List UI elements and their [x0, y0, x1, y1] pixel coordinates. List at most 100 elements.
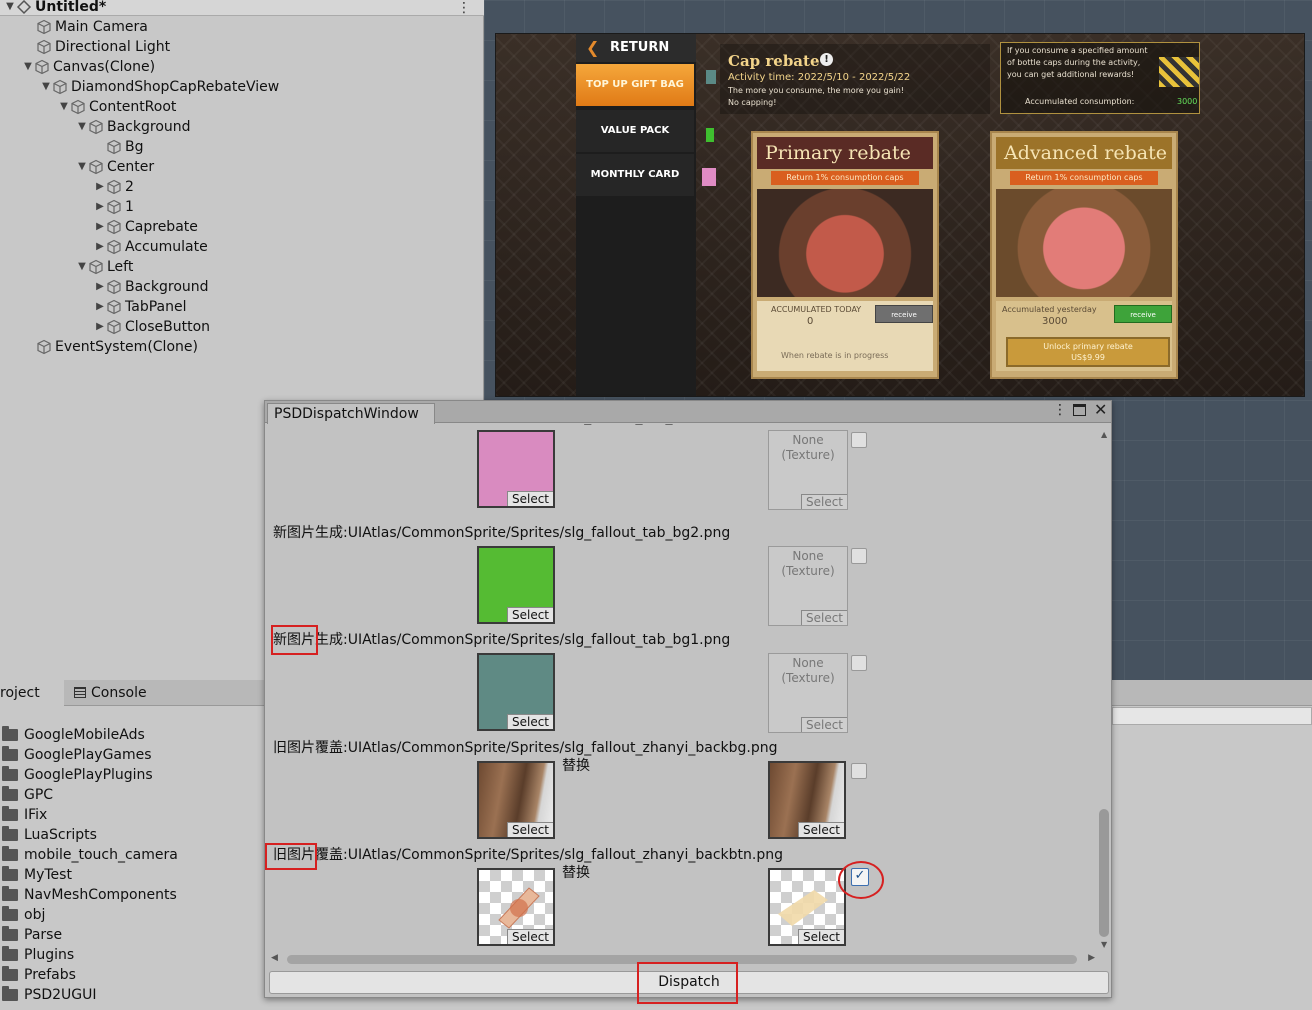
tab-top-up-gift-bag[interactable]: TOP UP GIFT BAG — [576, 64, 694, 106]
hierarchy-item[interactable]: ▶ Caprebate — [94, 217, 198, 237]
target-texture-field[interactable]: None (Texture) Select — [768, 653, 848, 733]
scroll-up-icon[interactable]: ▲ — [1101, 430, 1107, 439]
scroll-left-icon[interactable]: ◀ — [271, 953, 278, 963]
select-button[interactable]: Select — [798, 822, 844, 837]
overwrite-checkbox[interactable] — [851, 763, 867, 779]
project-folder[interactable]: Prefabs — [0, 965, 76, 985]
project-search-field[interactable] — [1112, 707, 1312, 725]
hierarchy-menu-icon[interactable]: ⋮ — [457, 0, 471, 16]
hierarchy-item[interactable]: ▼ Center — [76, 157, 154, 177]
select-button[interactable]: Select — [801, 717, 847, 732]
target-texture-field[interactable]: Select — [768, 868, 846, 946]
hierarchy-item[interactable]: Bg — [94, 137, 144, 157]
select-button[interactable]: Select — [798, 929, 844, 944]
target-texture-field[interactable]: None (Texture) Select — [768, 430, 848, 510]
gameobject-cube-icon — [106, 239, 122, 255]
expand-arrow-icon[interactable]: ▼ — [76, 117, 88, 137]
primary-receive-button[interactable]: receive — [875, 305, 933, 323]
expand-arrow-icon[interactable]: ▼ — [22, 57, 34, 77]
project-folder[interactable]: LuaScripts — [0, 825, 97, 845]
source-texture-field[interactable]: Select — [477, 761, 555, 839]
project-folder[interactable]: Parse — [0, 925, 62, 945]
scroll-down-icon[interactable]: ▼ — [1101, 940, 1107, 949]
select-button[interactable]: Select — [507, 822, 553, 837]
cap-rebate-title: Cap rebate — [728, 52, 820, 70]
advanced-receive-button[interactable]: receive — [1114, 305, 1172, 323]
project-folder[interactable]: GooglePlayGames — [0, 745, 152, 765]
annotation-circle-checkbox — [838, 861, 884, 899]
collapse-arrow-icon[interactable]: ▶ — [94, 317, 106, 337]
select-button[interactable]: Select — [507, 607, 553, 622]
expand-arrow-icon[interactable]: ▼ — [76, 257, 88, 277]
select-button[interactable]: Select — [507, 491, 553, 506]
target-texture-field[interactable]: Select — [768, 761, 846, 839]
hierarchy-item[interactable]: ▶ TabPanel — [94, 297, 186, 317]
overwrite-checkbox[interactable] — [851, 432, 867, 448]
caps-crate-image — [996, 189, 1172, 297]
collapse-arrow-icon[interactable]: ▶ — [94, 277, 106, 297]
tab-monthly-card[interactable]: MONTHLY CARD — [576, 154, 694, 196]
collapse-arrow-icon[interactable]: ▶ — [94, 297, 106, 317]
hierarchy-item[interactable]: ▶ 1 — [94, 197, 134, 217]
hierarchy-item[interactable]: Main Camera — [24, 17, 148, 37]
expand-arrow-icon[interactable]: ▼ — [58, 97, 70, 117]
hierarchy-item[interactable]: ▼ DiamondShopCapRebateView — [40, 77, 279, 97]
source-texture-field[interactable]: Select — [477, 546, 555, 624]
project-folder[interactable]: GoogleMobileAds — [0, 725, 145, 745]
hierarchy-item[interactable]: EventSystem(Clone) — [24, 337, 198, 357]
source-texture-field[interactable]: Select — [477, 430, 555, 508]
maximize-icon[interactable] — [1073, 404, 1086, 416]
select-button[interactable]: Select — [801, 494, 847, 509]
hierarchy-item[interactable]: ▶ CloseButton — [94, 317, 210, 337]
scene-root[interactable]: ▼ Untitled* — [4, 0, 106, 17]
hierarchy-item[interactable]: ▶ 2 — [94, 177, 134, 197]
project-folder[interactable]: GooglePlayPlugins — [0, 765, 153, 785]
window-tab[interactable]: PSDDispatchWindow — [267, 403, 435, 424]
tab-console[interactable]: Console — [74, 680, 194, 706]
target-texture-field[interactable]: None (Texture) Select — [768, 546, 848, 626]
vertical-scroll-thumb[interactable] — [1099, 809, 1109, 937]
project-folder[interactable]: obj — [0, 905, 45, 925]
project-folder[interactable]: MyTest — [0, 865, 72, 885]
hierarchy-item[interactable]: ▼ ContentRoot — [58, 97, 176, 117]
expand-arrow-icon[interactable]: ▼ — [40, 77, 52, 97]
tab-project[interactable]: roject — [0, 680, 64, 706]
select-button[interactable]: Select — [507, 714, 553, 729]
folder-icon — [2, 766, 18, 781]
advanced-ribbon: Return 1% consumption caps — [1010, 171, 1158, 185]
activity-time: Activity time: 2022/5/10 - 2022/5/22 — [728, 72, 911, 83]
notice-line-3: you can get additional rewards! — [1007, 70, 1135, 79]
expand-arrow-icon[interactable]: ▼ — [4, 0, 16, 17]
overwrite-checkbox[interactable] — [851, 655, 867, 671]
source-texture-field[interactable]: Select — [477, 868, 555, 946]
window-menu-icon[interactable]: ⋮ — [1053, 402, 1067, 418]
info-icon[interactable]: ! — [820, 53, 833, 66]
tab-value-pack[interactable]: VALUE PACK — [576, 110, 694, 152]
unlock-primary-button[interactable]: Unlock primary rebate US$9.99 — [1006, 337, 1170, 367]
hierarchy-item[interactable]: ▶ Accumulate — [94, 237, 208, 257]
expand-arrow-icon[interactable]: ▼ — [76, 157, 88, 177]
project-folder[interactable]: GPC — [0, 785, 53, 805]
scroll-right-icon[interactable]: ▶ — [1088, 953, 1095, 963]
hierarchy-item[interactable]: Directional Light — [24, 37, 170, 57]
select-button[interactable]: Select — [801, 610, 847, 625]
project-folder[interactable]: PSD2UGUI — [0, 985, 97, 1005]
source-texture-field[interactable]: Select — [477, 653, 555, 731]
project-folder[interactable]: Plugins — [0, 945, 74, 965]
project-folder[interactable]: IFix — [0, 805, 47, 825]
close-icon[interactable]: ✕ — [1094, 400, 1107, 419]
hierarchy-item[interactable]: ▼ Canvas(Clone) — [22, 57, 155, 77]
hierarchy-item[interactable]: ▼ Left — [76, 257, 133, 277]
project-folder[interactable]: NavMeshComponents — [0, 885, 177, 905]
folder-label: NavMeshComponents — [24, 887, 177, 903]
overwrite-checkbox[interactable] — [851, 548, 867, 564]
select-button[interactable]: Select — [507, 929, 553, 944]
collapse-arrow-icon[interactable]: ▶ — [94, 237, 106, 257]
hierarchy-item[interactable]: ▼ Background — [76, 117, 190, 137]
project-folder[interactable]: mobile_touch_camera — [0, 845, 178, 865]
collapse-arrow-icon[interactable]: ▶ — [94, 177, 106, 197]
return-button[interactable]: ❮ RETURN — [576, 34, 696, 62]
collapse-arrow-icon[interactable]: ▶ — [94, 197, 106, 217]
hierarchy-item[interactable]: ▶ Background — [94, 277, 208, 297]
collapse-arrow-icon[interactable]: ▶ — [94, 217, 106, 237]
